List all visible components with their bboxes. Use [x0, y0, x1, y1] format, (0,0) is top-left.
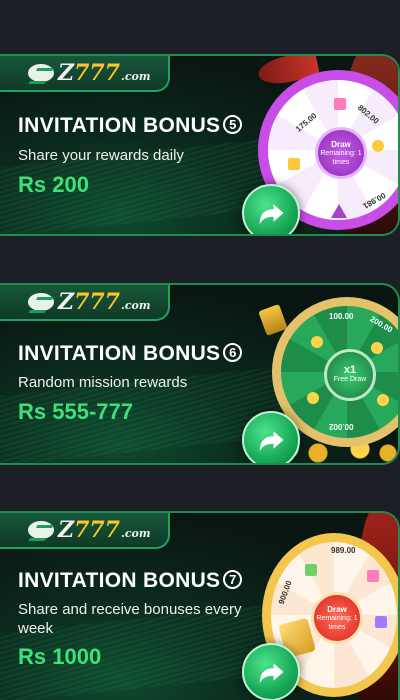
logo-domain: .com [121, 526, 151, 540]
draw-button[interactable]: x1 Free Draw [324, 349, 376, 401]
card-subtitle: Share your rewards daily [18, 147, 184, 164]
card-subtitle: Random mission rewards [18, 374, 188, 391]
share-arrow-icon [259, 663, 284, 684]
wheel-label: 100.00 [329, 312, 354, 321]
bonus-number-badge: 5 [223, 115, 243, 134]
logo-z: Z [58, 289, 75, 315]
invitation-bonus-card-5[interactable]: Z777 .com INVITATION BONUS 5 Share your r… [0, 54, 400, 236]
gift-icon [372, 140, 384, 152]
card-title-text: INVITATION BONUS [18, 569, 221, 592]
draw-button[interactable]: Draw Remaining: 1 times [311, 592, 363, 644]
gift-icon [367, 570, 379, 582]
card-title: INVITATION BONUS 6 [18, 342, 243, 366]
logo-sevens: 777 [74, 60, 120, 86]
logo-sevens: 777 [74, 517, 120, 543]
coin-icon [371, 342, 383, 354]
card-title-text: INVITATION BONUS [18, 342, 221, 365]
coin-icon [307, 392, 319, 404]
draw-label: Draw [331, 139, 351, 149]
bonus-amount: Rs 200 [18, 172, 89, 197]
share-arrow-icon [259, 204, 284, 225]
logo-domain: .com [121, 298, 151, 312]
bonus-amount: Rs 555-777 [18, 399, 133, 424]
card-title: INVITATION BONUS 5 [18, 114, 243, 138]
logo-z: Z [58, 517, 75, 543]
draw-multiplier-label: x1 [343, 364, 357, 376]
z777-logo: Z777 .com [0, 285, 170, 321]
gift-icon [375, 616, 387, 628]
wheel-label: 200.00 [368, 314, 395, 335]
gift-icon [288, 158, 300, 170]
gift-icon [305, 564, 317, 576]
logo-z: Z [58, 60, 75, 86]
share-button[interactable] [242, 643, 300, 700]
wheel-pointer-icon [331, 204, 347, 218]
bonus-amount: Rs 1000 [18, 644, 102, 669]
invitation-bonus-card-6[interactable]: Z777 .com INVITATION BONUS 6 Random missi… [0, 283, 400, 465]
remaining-label: Remaining: 1 times [316, 614, 358, 631]
coin-icon [377, 394, 389, 406]
share-button[interactable] [242, 411, 300, 463]
z777-logo-icon [28, 521, 54, 539]
logo-domain: .com [121, 69, 151, 83]
z777-logo: Z777 .com [0, 56, 170, 92]
remaining-label: Remaining: 1 times [320, 149, 362, 166]
invitation-bonus-card-7[interactable]: Z777 .com INVITATION BONUS 7 Share and re… [0, 511, 400, 700]
bonus-number-badge: 7 [223, 570, 243, 589]
wheel-label: 989.00 [331, 546, 356, 555]
logo-sevens: 777 [74, 289, 120, 315]
draw-label: Draw [327, 604, 347, 614]
coin-icon [311, 336, 323, 348]
share-arrow-icon [259, 431, 284, 452]
wheel-label: 00.002 [329, 422, 354, 431]
gift-icon [334, 98, 346, 110]
z777-logo-icon [28, 64, 54, 82]
card-title-text: INVITATION BONUS [18, 114, 221, 137]
draw-button[interactable]: Draw Remaining: 1 times [315, 127, 367, 179]
card-subtitle: Share and receive bonuses every week [18, 601, 242, 637]
share-button[interactable] [242, 184, 300, 234]
bonus-number-badge: 6 [223, 343, 243, 362]
free-draw-label: Free Draw [333, 376, 367, 383]
card-title: INVITATION BONUS 7 [18, 569, 243, 593]
z777-logo: Z777 .com [0, 513, 170, 549]
wheel-label: 900.00 [276, 579, 294, 606]
z777-logo-icon [28, 293, 54, 311]
